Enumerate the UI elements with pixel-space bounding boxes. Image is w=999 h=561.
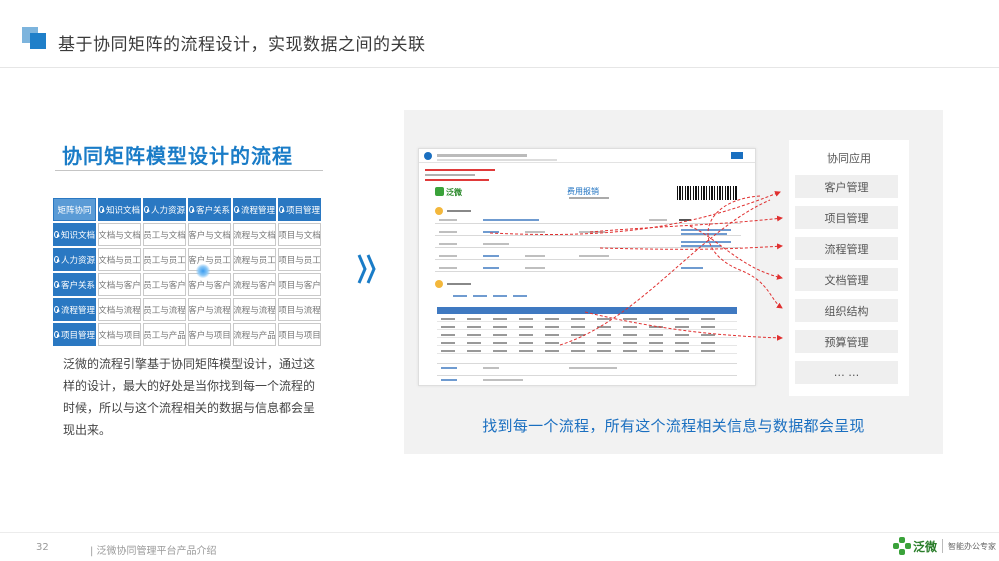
matrix-cell: 文档与员工 [98, 248, 141, 271]
matrix-corner-cell: 矩阵协同 [53, 198, 96, 221]
play-icon [144, 206, 150, 213]
matrix-cell: 项目与项目 [278, 323, 321, 346]
section-icon [435, 280, 443, 288]
matrix-cell: 员工与文档 [143, 223, 186, 246]
footer-divider [0, 532, 999, 533]
weaver-logo-icon [893, 537, 911, 555]
play-icon [279, 206, 285, 213]
play-icon [99, 206, 105, 213]
matrix-cell: 流程与流程 [233, 298, 276, 321]
matrix-col-header: 项目管理 [278, 198, 321, 221]
matrix-row-header: 客户关系 [53, 273, 96, 296]
header-accent-square [30, 33, 46, 49]
matrix-cell: 客户与流程 [188, 298, 231, 321]
barcode-icon [677, 186, 737, 200]
matrix-row: 客户关系 文档与客户 员工与客户 客户与客户 流程与客户 项目与客户 [53, 273, 323, 296]
matrix-row: 流程管理 文档与流程 员工与流程 客户与流程 流程与流程 项目与流程 [53, 298, 323, 321]
matrix-cell: 员工与流程 [143, 298, 186, 321]
collaboration-matrix: 矩阵协同 知识文档 人力资源 客户关系 流程管理 项目管理 知识文档 文档与文档… [53, 198, 323, 348]
matrix-cell: 文档与流程 [98, 298, 141, 321]
matrix-cell: 项目与文档 [278, 223, 321, 246]
app-item-org: 组织结构 [795, 299, 898, 322]
play-icon [54, 231, 60, 238]
footer-logo-text: 泛微 [913, 539, 938, 554]
matrix-row-header: 流程管理 [53, 298, 96, 321]
matrix-cell: 流程与员工 [233, 248, 276, 271]
play-icon [54, 256, 60, 263]
app-item-more: … … [795, 361, 898, 384]
matrix-cell: 员工与客户 [143, 273, 186, 296]
footer-title: | 泛微协同管理平台产品介绍 [90, 546, 217, 557]
panel-caption: 找到每一个流程，所有这个流程相关信息与数据都会呈现 [482, 417, 865, 435]
form-screenshot: 泛微 费用报销 [418, 148, 756, 386]
matrix-cell: 客户与文档 [188, 223, 231, 246]
play-icon [189, 206, 195, 213]
app-item-customer: 客户管理 [795, 175, 898, 198]
section-icon [435, 207, 443, 215]
matrix-cell: 文档与客户 [98, 273, 141, 296]
matrix-col-header: 客户关系 [188, 198, 231, 221]
app-item-budget: 预算管理 [795, 330, 898, 353]
footer-slogan: 智能办公专家 [948, 541, 997, 551]
matrix-cell: 流程与产品 [233, 323, 276, 346]
collab-app-list: 协同应用 客户管理 项目管理 流程管理 文档管理 组织结构 预算管理 … … [789, 140, 909, 396]
matrix-cell: 项目与客户 [278, 273, 321, 296]
highlight-glow [196, 264, 210, 278]
page-number: 32 [36, 542, 49, 553]
matrix-cell: 员工与员工 [143, 248, 186, 271]
description-text: 泛微的流程引擎基于协同矩阵模型设计，通过这样的设计，最大的好处是当你找到每一个流… [63, 357, 316, 437]
screenshot-logo: 泛微 [435, 187, 462, 198]
matrix-row-header: 知识文档 [53, 223, 96, 246]
header-divider [0, 67, 999, 68]
footer-logo: 泛微 智能办公专家 [893, 537, 996, 555]
matrix-cell: 文档与项目 [98, 323, 141, 346]
matrix-row: 人力资源 文档与员工 员工与员工 客户与员工 流程与员工 项目与员工 [53, 248, 323, 271]
matrix-row-header: 人力资源 [53, 248, 96, 271]
section-title: 协同矩阵模型设计的流程 [62, 144, 293, 168]
matrix-cell: 文档与文档 [98, 223, 141, 246]
matrix-row: 知识文档 文档与文档 员工与文档 客户与文档 流程与文档 项目与文档 [53, 223, 323, 246]
double-chevron-right-icon [357, 254, 376, 284]
matrix-cell: 流程与文档 [233, 223, 276, 246]
section-title-underline [55, 170, 323, 171]
matrix-cell: 项目与员工 [278, 248, 321, 271]
screenshot-button [731, 152, 743, 159]
app-item-document: 文档管理 [795, 268, 898, 291]
matrix-cell: 客户与客户 [188, 273, 231, 296]
matrix-cell: 项目与流程 [278, 298, 321, 321]
play-icon [54, 306, 60, 313]
play-icon [54, 281, 60, 288]
matrix-cell: 流程与客户 [233, 273, 276, 296]
matrix-row: 项目管理 文档与项目 员工与产品 客户与项目 流程与产品 项目与项目 [53, 323, 323, 346]
collab-app-list-title: 协同应用 [827, 152, 871, 165]
matrix-row-header: 项目管理 [53, 323, 96, 346]
matrix-cell: 客户与项目 [188, 323, 231, 346]
matrix-cell: 员工与产品 [143, 323, 186, 346]
matrix-col-header: 流程管理 [233, 198, 276, 221]
app-item-workflow: 流程管理 [795, 237, 898, 260]
matrix-col-header: 知识文档 [98, 198, 141, 221]
play-icon [54, 331, 60, 338]
app-item-project: 项目管理 [795, 206, 898, 229]
slide-title: 基于协同矩阵的流程设计，实现数据之间的关联 [58, 35, 426, 55]
matrix-col-header: 人力资源 [143, 198, 186, 221]
screenshot-table-header [437, 307, 737, 314]
screenshot-toolbar [419, 149, 755, 163]
screenshot-form-title: 费用报销 [567, 187, 599, 196]
matrix-row: 矩阵协同 知识文档 人力资源 客户关系 流程管理 项目管理 [53, 198, 323, 221]
play-icon [234, 206, 240, 213]
app-icon [424, 152, 432, 160]
